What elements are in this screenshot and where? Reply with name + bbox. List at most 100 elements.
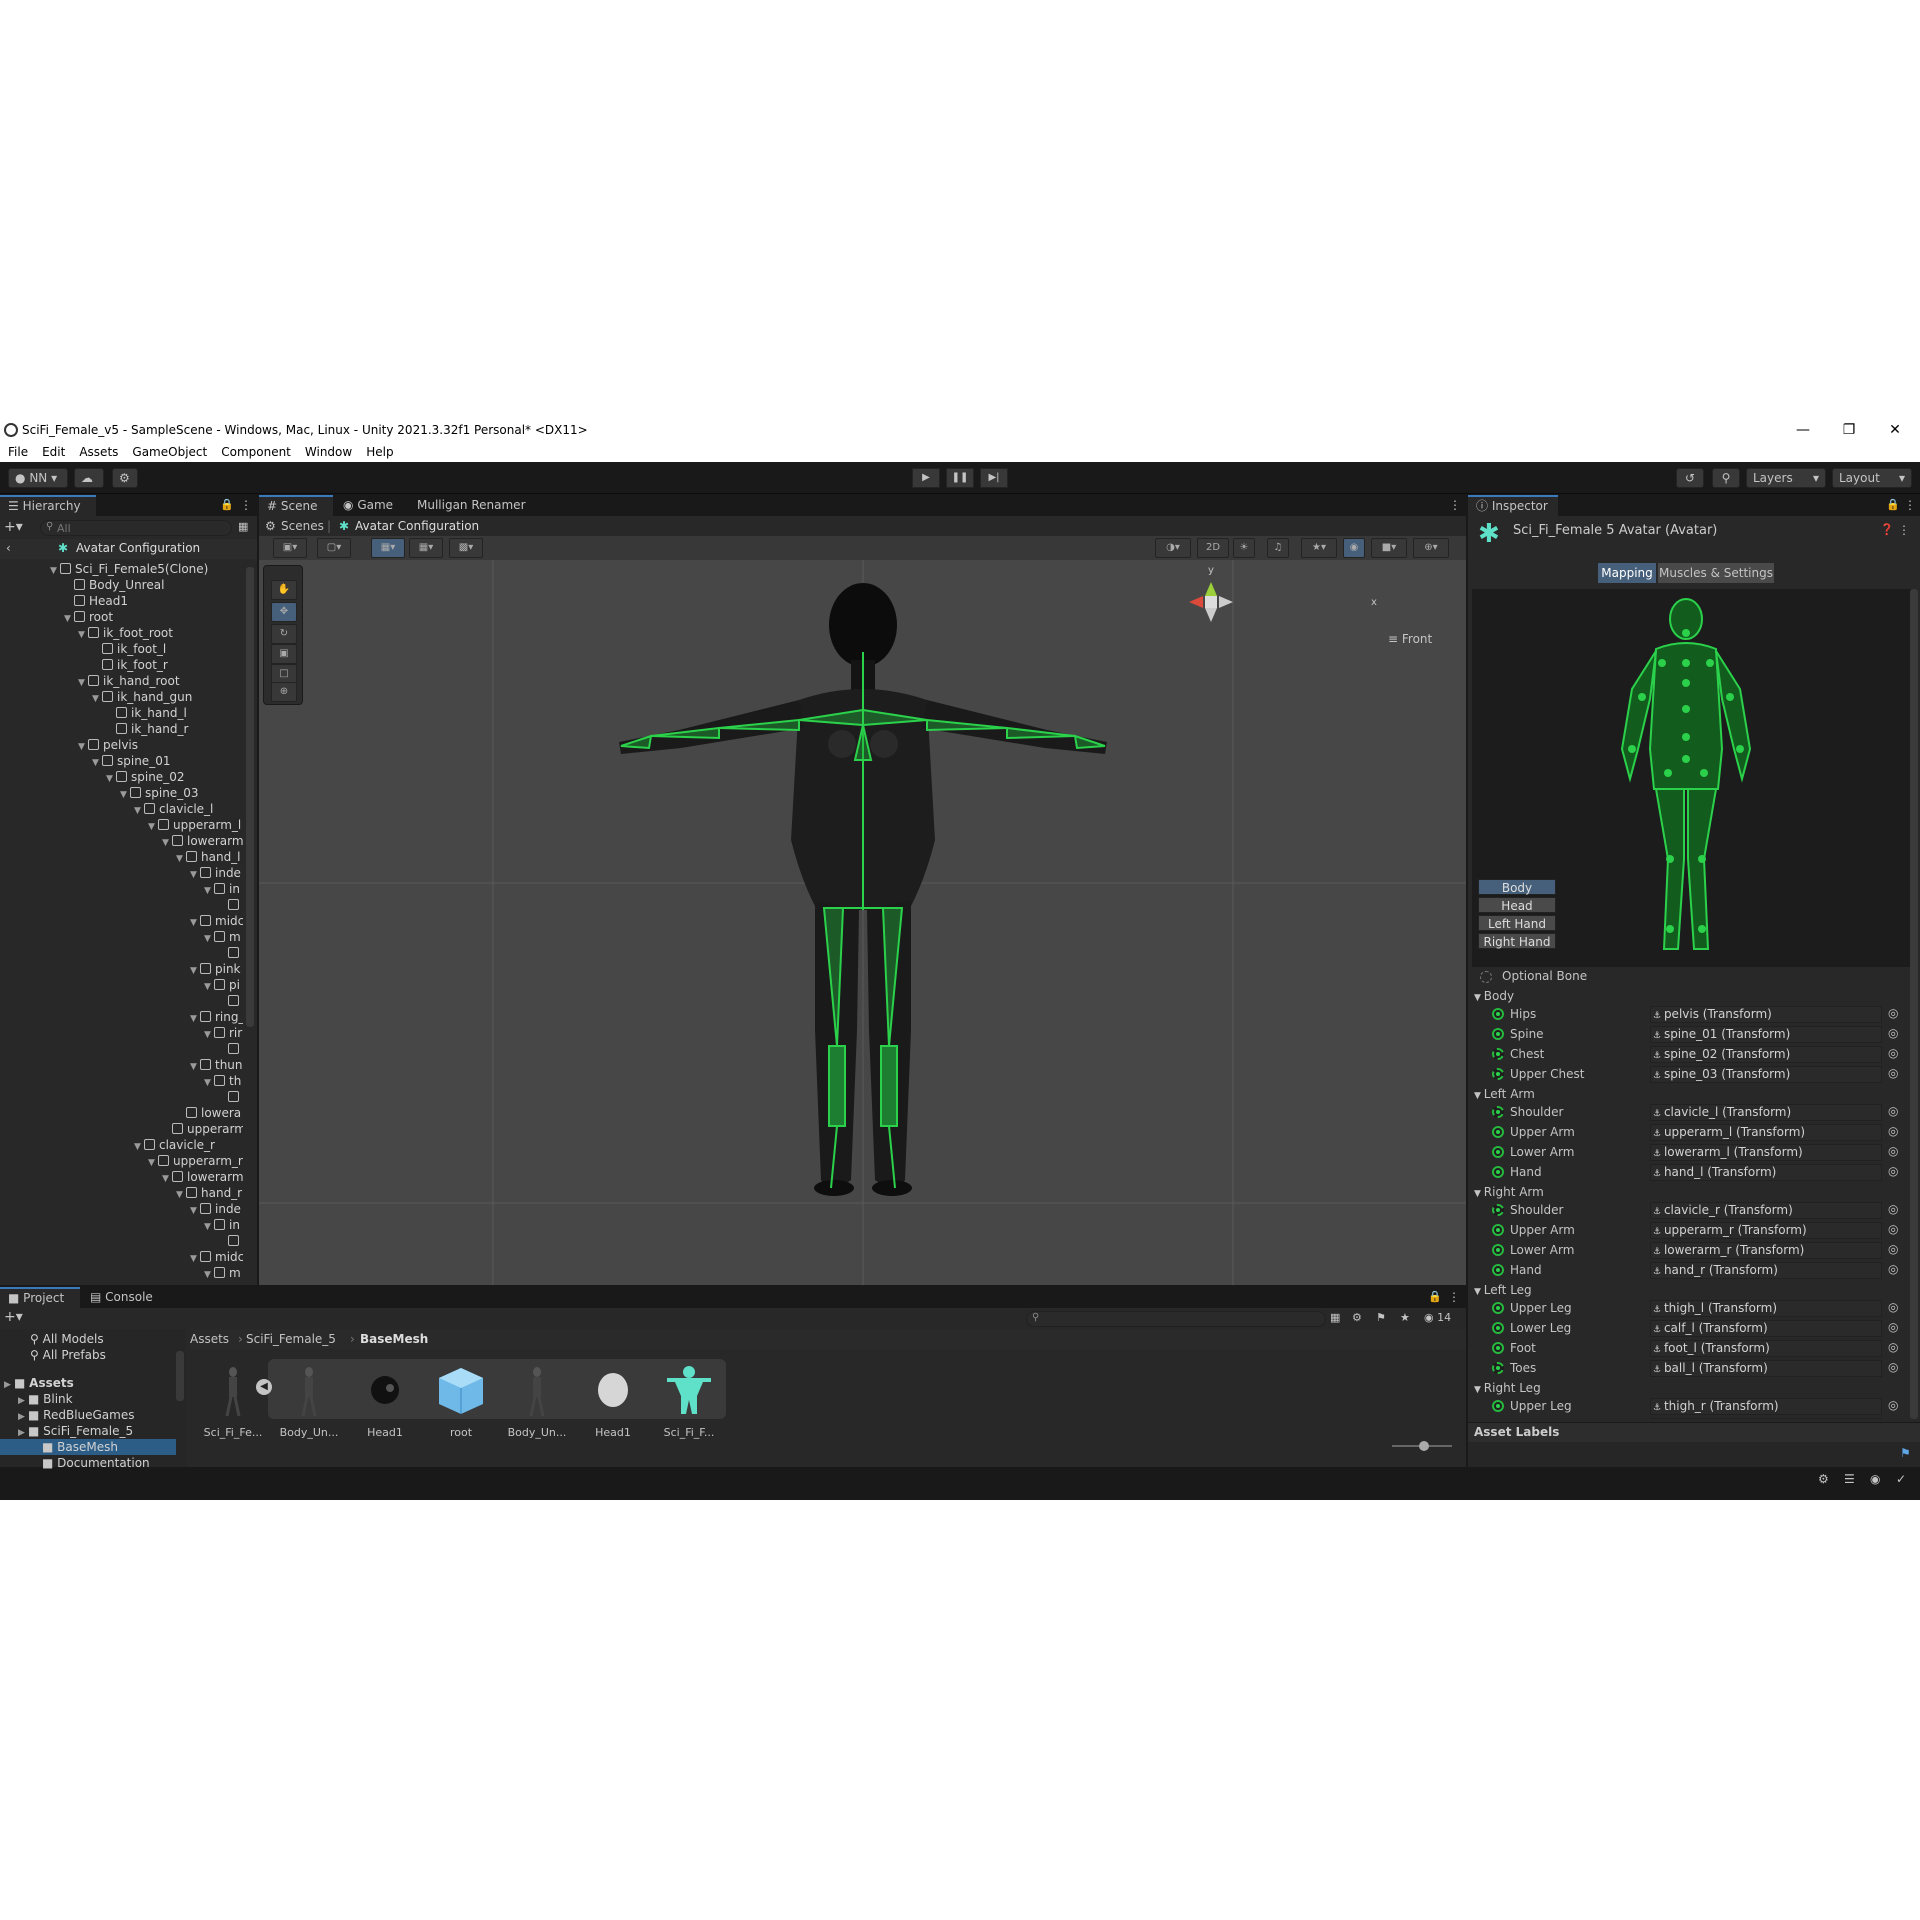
asset-item[interactable]: Head1 bbox=[350, 1362, 420, 1439]
label-icon[interactable]: ⚑ bbox=[1376, 1311, 1386, 1324]
layers-dropdown[interactable]: Layers ▾ bbox=[1746, 468, 1826, 488]
asset-item[interactable]: root bbox=[426, 1362, 496, 1439]
bug-icon[interactable]: ⚙ bbox=[1818, 1472, 1829, 1486]
tab-inspector[interactable]: ⓘ Inspector bbox=[1468, 495, 1558, 516]
close-icon[interactable]: ✕ bbox=[1872, 418, 1918, 442]
object-picker-icon[interactable]: ◎ bbox=[1888, 1066, 1898, 1080]
hierarchy-item[interactable]: ▼ spine_01 bbox=[92, 753, 170, 769]
hierarchy-root-row[interactable]: ‹ ✱ Avatar Configuration bbox=[0, 539, 257, 559]
asset-item[interactable]: Sci_Fi_Fe... bbox=[198, 1362, 268, 1439]
right-hand-button[interactable]: Right Hand bbox=[1478, 933, 1556, 949]
rect-tool[interactable]: □ bbox=[271, 664, 297, 684]
bone-transform-field[interactable]: ⚓ spine_01 (Transform) bbox=[1650, 1026, 1882, 1043]
asset-item[interactable]: Body_Un... bbox=[502, 1362, 572, 1439]
bone-transform-field[interactable]: ⚓ clavicle_r (Transform) bbox=[1650, 1202, 1882, 1219]
expand-arrow-icon[interactable]: ▼ bbox=[50, 563, 60, 579]
expand-arrow-icon[interactable]: ▼ bbox=[190, 1059, 200, 1075]
expand-arrow-icon[interactable]: ▼ bbox=[204, 1075, 214, 1091]
hierarchy-item[interactable]: ▼ m bbox=[204, 929, 241, 945]
bone-section-header[interactable]: ▼ Right Arm bbox=[1474, 1183, 1544, 1201]
object-picker-icon[interactable]: ◎ bbox=[1888, 1242, 1898, 1256]
hierarchy-item[interactable]: Body_Unreal bbox=[64, 577, 164, 593]
hierarchy-item[interactable]: Head1 bbox=[64, 593, 128, 609]
create-asset-dropdown[interactable]: +▾ bbox=[4, 1309, 23, 1325]
bone-transform-field[interactable]: ⚓ upperarm_l (Transform) bbox=[1650, 1124, 1882, 1141]
hidden-objects-toggle[interactable]: ◉ bbox=[1343, 538, 1365, 558]
minimize-icon[interactable]: — bbox=[1780, 418, 1826, 442]
expand-arrow-icon[interactable]: ▼ bbox=[148, 819, 158, 835]
hierarchy-item[interactable]: ▼ m bbox=[204, 1265, 241, 1281]
bone-section-header[interactable]: ▼ Left Arm bbox=[1474, 1085, 1535, 1103]
hierarchy-item[interactable]: ▼ midc bbox=[190, 1249, 243, 1265]
tag-icon[interactable]: ⚑ bbox=[1900, 1446, 1911, 1460]
expand-arrow-icon[interactable]: ▼ bbox=[78, 739, 88, 755]
hierarchy-item[interactable]: ik_hand_r bbox=[106, 721, 188, 737]
restore-icon[interactable]: ❐ bbox=[1826, 418, 1872, 442]
folder-tree-scrollbar[interactable] bbox=[176, 1351, 184, 1401]
lighting-toggle[interactable]: ☀ bbox=[1233, 538, 1255, 558]
hierarchy-item[interactable]: ▼ hand_r bbox=[176, 1185, 242, 1201]
bone-transform-field[interactable]: ⚓ pelvis (Transform) bbox=[1650, 1006, 1882, 1023]
hierarchy-item[interactable]: ▼ upperarm_l bbox=[148, 817, 241, 833]
breadcrumb-assets[interactable]: Assets bbox=[190, 1332, 229, 1346]
hierarchy-item[interactable]: ▼ pi bbox=[204, 977, 240, 993]
favorite-icon[interactable]: ★ bbox=[1400, 1311, 1410, 1324]
object-picker-icon[interactable]: ◎ bbox=[1888, 1222, 1898, 1236]
object-picker-icon[interactable]: ◎ bbox=[1888, 1164, 1898, 1178]
folder-item[interactable]: ▶ ■ Blink bbox=[18, 1391, 73, 1407]
hierarchy-item[interactable]: ▼ thun bbox=[190, 1057, 243, 1073]
folder-item[interactable]: ▶ ■ Assets bbox=[4, 1375, 74, 1391]
hierarchy-item[interactable]: ▼ lowerarm bbox=[162, 1169, 243, 1185]
check-icon[interactable]: ✓ bbox=[1896, 1472, 1906, 1486]
bone-transform-field[interactable]: ⚓ thigh_l (Transform) bbox=[1650, 1300, 1882, 1317]
expand-arrow-icon[interactable]: ▼ bbox=[176, 1187, 186, 1203]
object-picker-icon[interactable]: ◎ bbox=[1888, 1320, 1898, 1334]
stack-icon[interactable]: ☰ bbox=[1844, 1472, 1855, 1486]
expand-arrow-icon[interactable]: ▼ bbox=[204, 1267, 214, 1281]
breadcrumb-basemesh[interactable]: BaseMesh bbox=[360, 1332, 428, 1346]
object-picker-icon[interactable]: ◎ bbox=[1888, 1418, 1898, 1419]
expand-arrow-icon[interactable]: ▼ bbox=[1474, 993, 1484, 1003]
hierarchy-item[interactable] bbox=[218, 1233, 243, 1249]
hierarchy-item[interactable]: ▼ spine_03 bbox=[120, 785, 198, 801]
shading-dropdown[interactable]: ◑▾ bbox=[1155, 538, 1191, 558]
breadcrumb-avatar-configuration[interactable]: Avatar Configuration bbox=[355, 519, 479, 533]
account-dropdown[interactable]: ● NN ▾ bbox=[8, 468, 68, 488]
hierarchy-item[interactable]: ▼ in bbox=[204, 881, 240, 897]
hierarchy-item[interactable] bbox=[218, 1041, 243, 1057]
hierarchy-item[interactable]: ▼ lowerarm bbox=[162, 833, 243, 849]
camera-dropdown[interactable]: ■▾ bbox=[1371, 538, 1407, 558]
bone-transform-field[interactable]: ⚓ spine_02 (Transform) bbox=[1650, 1046, 1882, 1063]
hidden-count-badge[interactable]: ◉ 14 bbox=[1424, 1311, 1451, 1324]
favorite-item[interactable]: ⚲ All Models bbox=[30, 1331, 104, 1347]
body-button[interactable]: Body bbox=[1478, 879, 1556, 895]
expand-arrow-icon[interactable]: ▼ bbox=[176, 851, 186, 867]
undo-history-button[interactable]: ↺ bbox=[1676, 468, 1704, 488]
expand-arrow-icon[interactable]: ▼ bbox=[92, 691, 102, 707]
scene-visibility-icon[interactable]: ▦ bbox=[238, 520, 248, 533]
cloud-button[interactable]: ☁ bbox=[74, 468, 104, 488]
pause-button[interactable]: ❚❚ bbox=[946, 468, 974, 488]
expand-arrow-icon[interactable]: ▼ bbox=[78, 675, 88, 691]
favorite-item[interactable]: ⚲ All Prefabs bbox=[30, 1347, 106, 1363]
left-hand-button[interactable]: Left Hand bbox=[1478, 915, 1556, 931]
expand-arrow-icon[interactable]: ▼ bbox=[1474, 1385, 1484, 1395]
search-by-type-icon[interactable]: ▦ bbox=[1330, 1311, 1340, 1324]
object-picker-icon[interactable]: ◎ bbox=[1888, 1340, 1898, 1354]
hierarchy-item[interactable]: ik_hand_l bbox=[106, 705, 187, 721]
bone-transform-field[interactable]: ⚓ lowerarm_l (Transform) bbox=[1650, 1144, 1882, 1161]
hierarchy-item[interactable]: ▼ Sci_Fi_Female5(Clone) bbox=[50, 561, 208, 577]
expand-arrow-icon[interactable]: ▼ bbox=[1474, 1189, 1484, 1199]
bone-transform-field[interactable]: ⚓ calf_r (Transform) bbox=[1650, 1418, 1882, 1419]
more-icon[interactable]: ⋮ bbox=[1904, 498, 1916, 512]
menu-item-file[interactable]: File bbox=[8, 445, 28, 459]
hierarchy-item[interactable]: ▼ inde bbox=[190, 1201, 241, 1217]
bone-transform-field[interactable]: ⚓ calf_l (Transform) bbox=[1650, 1320, 1882, 1337]
expand-arrow-icon[interactable]: ▼ bbox=[190, 915, 200, 931]
expand-arrow-icon[interactable]: ▼ bbox=[120, 787, 130, 803]
expand-arrow-icon[interactable]: ▼ bbox=[204, 883, 214, 899]
breadcrumb-scenes[interactable]: Scenes bbox=[281, 519, 324, 533]
hierarchy-item[interactable] bbox=[218, 945, 243, 961]
expand-arrow-icon[interactable]: ▼ bbox=[204, 1027, 214, 1043]
hierarchy-item[interactable]: ▼ ring_ bbox=[190, 1009, 243, 1025]
